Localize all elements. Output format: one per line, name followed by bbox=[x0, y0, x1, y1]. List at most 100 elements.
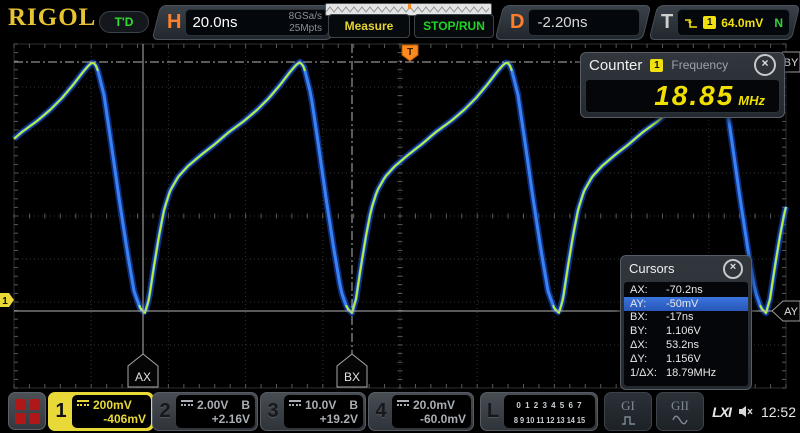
cursor-row-value: -70.2ns bbox=[666, 284, 703, 296]
oscilloscope-screen: AX BX AY BY T 1 Counter 1 Frequency × 18… bbox=[0, 0, 800, 433]
svg-text:1: 1 bbox=[2, 296, 8, 307]
horizontal-tab[interactable]: H 20.0ns 8GSa/s 25Mpts bbox=[152, 5, 341, 40]
counter-source-badge: 1 bbox=[650, 59, 663, 72]
cursors-panel: Cursors × AX:-70.2nsAY:-50mVBX:-17nsBY:1… bbox=[620, 255, 752, 390]
logic-label: L bbox=[481, 393, 505, 430]
trigger-status-badge: T'D bbox=[99, 11, 149, 33]
trigger-mode: N bbox=[774, 16, 783, 30]
counter-panel: Counter 1 Frequency × 18.85 MHz bbox=[580, 52, 785, 118]
counter-title: Counter bbox=[589, 57, 642, 74]
sample-rate: 8GSa/s bbox=[289, 11, 322, 22]
gen2-label: GII bbox=[671, 398, 689, 414]
counter-type-label: Frequency bbox=[671, 58, 728, 72]
dc-coupling-icon bbox=[77, 400, 89, 409]
sine-icon bbox=[672, 415, 688, 425]
channel-offset: +2.16V bbox=[181, 412, 250, 427]
gen1-label: GI bbox=[621, 398, 635, 414]
cursor-row-label: AX: bbox=[630, 284, 666, 296]
svg-text:T: T bbox=[407, 47, 413, 58]
top-status-bar: RIGOL T'D H 20.0ns 8GSa/s 25Mpts Measure… bbox=[0, 0, 800, 42]
svg-text:BY: BY bbox=[784, 57, 799, 69]
logic-channels-button[interactable]: L 0 1 2 3 4 5 6 7 8 9 10 11 12 13 14 15 bbox=[480, 392, 598, 431]
lxi-badge: LXI bbox=[712, 404, 731, 420]
trigger-position-flag[interactable]: T bbox=[402, 45, 418, 61]
cursor-row-value: 18.79MHz bbox=[666, 367, 716, 379]
gen1-button[interactable]: GI bbox=[604, 392, 652, 431]
trigger-source-badge: 1 bbox=[703, 16, 716, 29]
dc-coupling-icon bbox=[397, 400, 409, 409]
counter-readout: 18.85 MHz bbox=[585, 79, 780, 113]
gen2-button[interactable]: GII bbox=[656, 392, 704, 431]
cursor-row-value: -17ns bbox=[666, 311, 694, 323]
horizontal-label: H bbox=[167, 11, 181, 34]
cursors-close-icon[interactable]: × bbox=[723, 259, 743, 279]
delay-value: -2.20ns bbox=[537, 14, 587, 31]
channel-scale: 200mV bbox=[93, 398, 132, 412]
channel-2-button[interactable]: 2 2.00V B +2.16V bbox=[152, 392, 258, 431]
falling-edge-icon bbox=[684, 17, 698, 29]
cursor-ay-tag[interactable]: AY bbox=[772, 301, 800, 321]
channel-scale: 2.00V bbox=[197, 398, 228, 412]
channel-number: 2 bbox=[153, 393, 177, 430]
cursor-row-label: AY: bbox=[630, 298, 666, 310]
cursor-row-value: 53.2ns bbox=[666, 339, 699, 351]
trigger-tab[interactable]: T 1 64.0mV N bbox=[649, 5, 800, 40]
pulse-icon bbox=[621, 415, 636, 425]
channel-number: 1 bbox=[49, 393, 73, 430]
channel-3-button[interactable]: 3 10.0V B +19.2V bbox=[260, 392, 366, 431]
measure-button[interactable]: Measure bbox=[328, 14, 410, 38]
menu-grid-button[interactable] bbox=[8, 392, 46, 430]
clock: 12:52 bbox=[761, 404, 796, 420]
svg-text:AX: AX bbox=[135, 370, 151, 384]
cursor-row-label: BY: bbox=[630, 325, 666, 337]
channel-scale: 10.0V bbox=[305, 398, 336, 412]
cursor-row-δy[interactable]: ΔY:1.156V bbox=[624, 352, 748, 366]
delay-tab[interactable]: D -2.20ns bbox=[495, 5, 652, 40]
channel-4-button[interactable]: 4 20.0mV -60.0mV bbox=[368, 392, 474, 431]
channel-number: 3 bbox=[261, 393, 285, 430]
cursor-ax-flag[interactable]: AX bbox=[128, 354, 158, 387]
cursor-row-value: -50mV bbox=[666, 298, 698, 310]
cursor-row-ay[interactable]: AY:-50mV bbox=[624, 297, 748, 311]
channel-offset: -60.0mV bbox=[397, 412, 466, 427]
cursor-readout-list: AX:-70.2nsAY:-50mVBX:-17nsBY:1.106VΔX:53… bbox=[624, 282, 748, 386]
trigger-level: 64.0mV bbox=[721, 16, 763, 30]
cursor-row-label: ΔY: bbox=[630, 353, 666, 365]
bottom-channel-bar: 1 200mV -406mV 2 2.00V B +2.16V 3 10.0V … bbox=[0, 390, 800, 433]
counter-close-icon[interactable]: × bbox=[754, 54, 776, 76]
channel-number: 4 bbox=[369, 393, 393, 430]
cursor-row-ax[interactable]: AX:-70.2ns bbox=[624, 283, 748, 297]
cursor-bx-flag[interactable]: BX bbox=[337, 354, 367, 387]
ch1-ground-marker[interactable]: 1 bbox=[0, 293, 14, 307]
counter-unit: MHz bbox=[738, 93, 765, 108]
channel-scale: 20.0mV bbox=[413, 398, 455, 412]
bandwidth-limit-badge: B bbox=[349, 398, 358, 412]
cursor-row-label: 1/ΔX: bbox=[630, 367, 666, 379]
logic-row1: 0 1 2 3 4 5 6 7 bbox=[509, 398, 590, 413]
dc-coupling-icon bbox=[181, 400, 193, 409]
cursor-row-1δx[interactable]: 1/ΔX:18.79MHz bbox=[624, 366, 748, 380]
channel-1-button[interactable]: 1 200mV -406mV bbox=[48, 392, 154, 431]
dc-coupling-icon bbox=[289, 400, 301, 409]
delay-label: D bbox=[510, 11, 524, 34]
trigger-position-marker bbox=[408, 4, 411, 9]
cursor-row-by[interactable]: BY:1.106V bbox=[624, 324, 748, 338]
channel-offset: +19.2V bbox=[289, 412, 358, 427]
svg-text:BX: BX bbox=[344, 370, 360, 384]
svg-text:AY: AY bbox=[784, 306, 799, 318]
cursor-row-label: ΔX: bbox=[630, 339, 666, 351]
trigger-label: T bbox=[661, 11, 673, 34]
timebase-value: 20.0ns bbox=[192, 14, 237, 31]
stop-run-button[interactable]: STOP/RUN bbox=[414, 14, 494, 38]
bandwidth-limit-badge: B bbox=[241, 398, 250, 412]
speaker-muted-icon[interactable] bbox=[738, 405, 754, 418]
counter-value: 18.85 bbox=[654, 80, 734, 112]
cursor-row-value: 1.106V bbox=[666, 325, 701, 337]
cursor-row-δx[interactable]: ΔX:53.2ns bbox=[624, 338, 748, 352]
cursor-row-label: BX: bbox=[630, 311, 666, 323]
cursors-title: Cursors bbox=[629, 261, 675, 276]
memory-depth: 25Mpts bbox=[289, 23, 322, 34]
cursor-row-bx[interactable]: BX:-17ns bbox=[624, 311, 748, 325]
cursor-row-value: 1.156V bbox=[666, 353, 701, 365]
channel-offset: -406mV bbox=[77, 412, 146, 427]
